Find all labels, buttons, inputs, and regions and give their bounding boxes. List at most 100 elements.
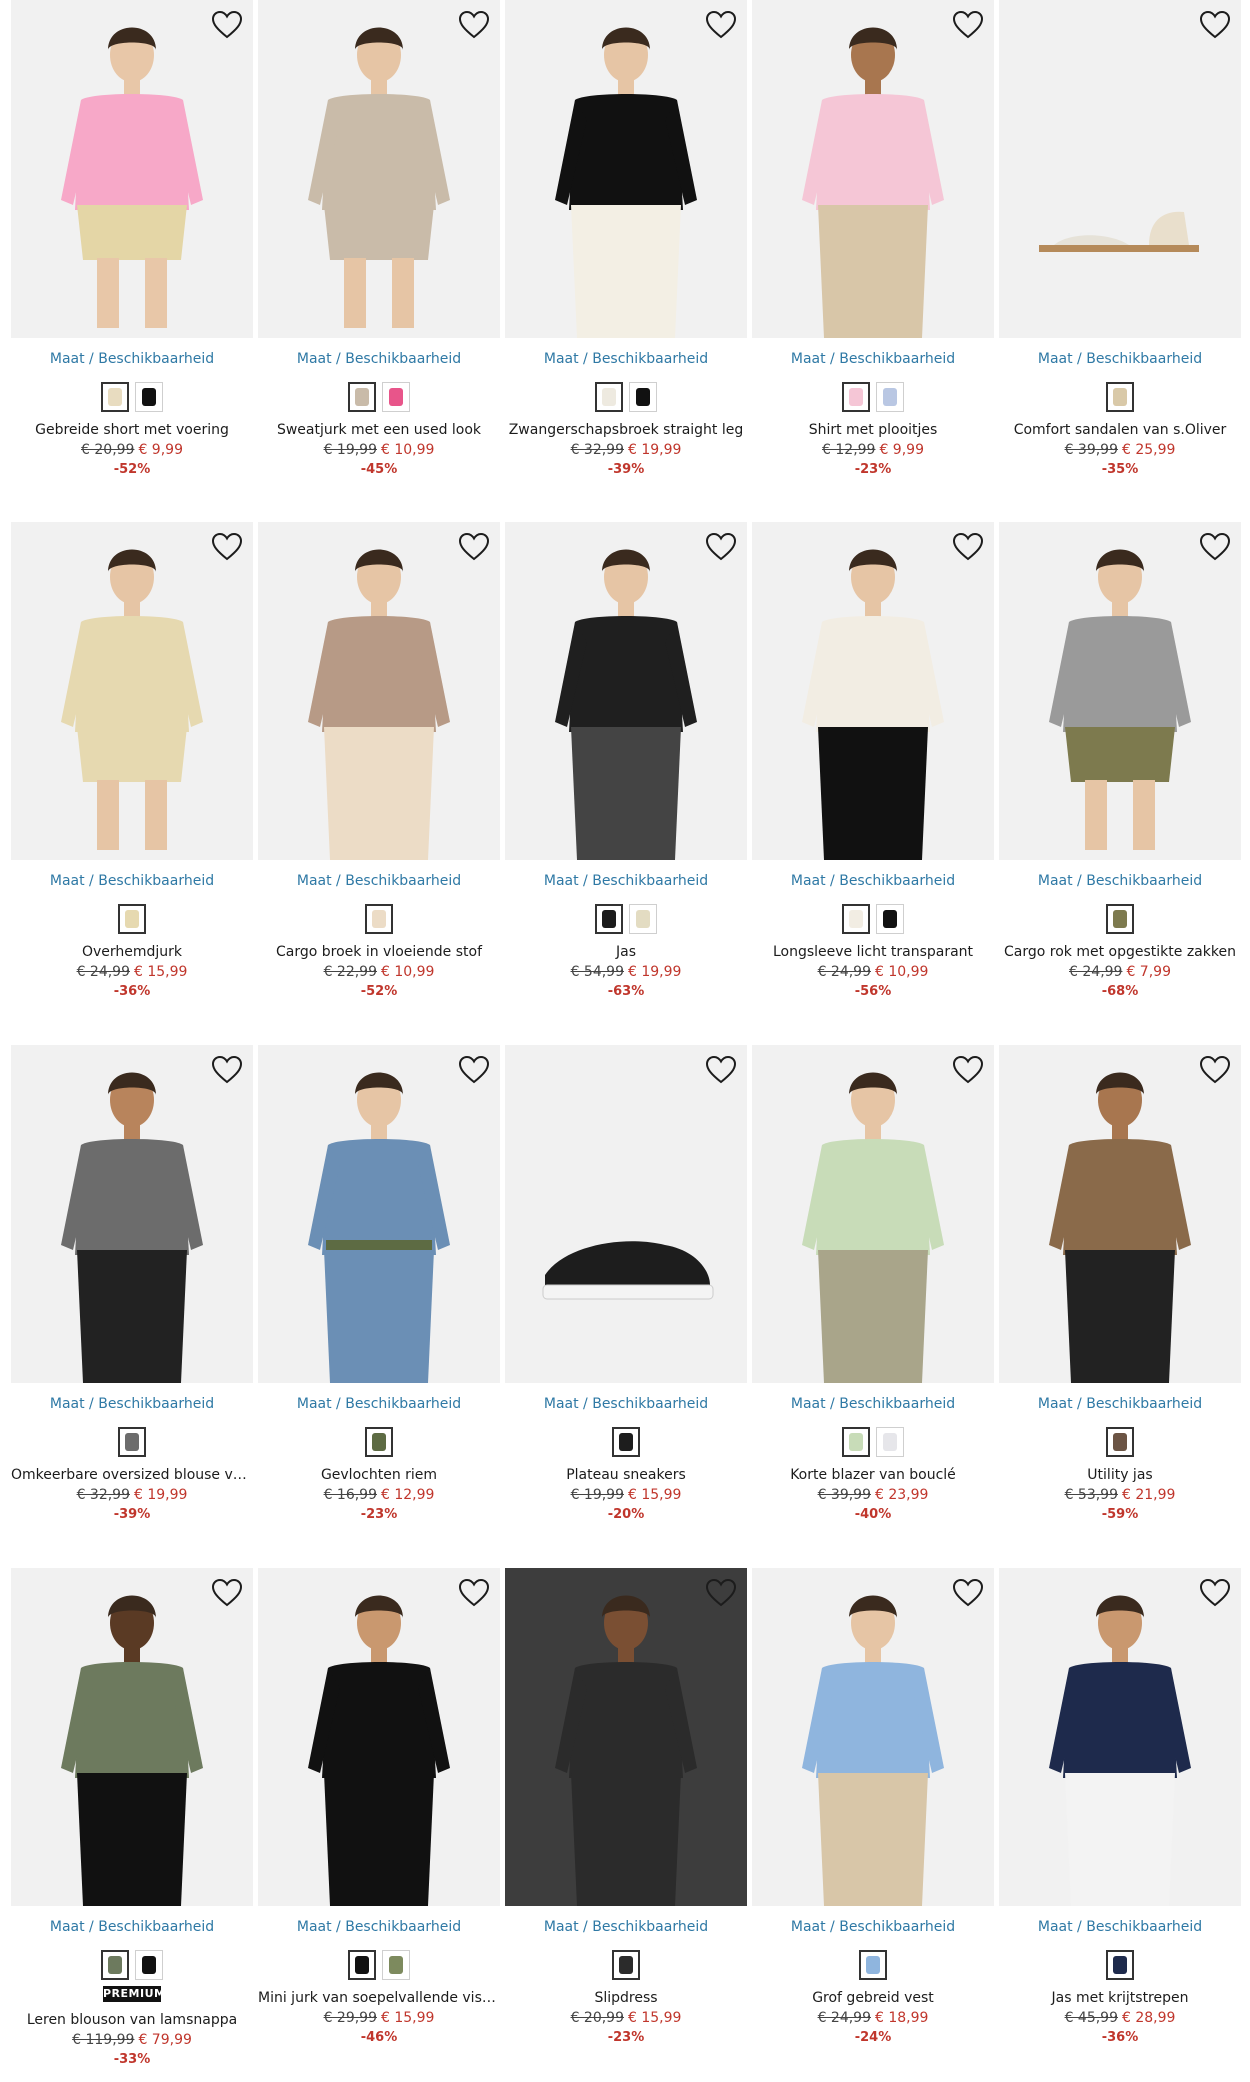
product-image[interactable] — [752, 522, 994, 860]
wishlist-heart-icon[interactable] — [458, 532, 490, 562]
product-name[interactable]: Leren blouson van lamsnappa — [11, 2010, 253, 2030]
color-swatch[interactable] — [1106, 1427, 1134, 1457]
product-name[interactable]: Sweatjurk met een used look — [258, 420, 500, 440]
color-swatch[interactable] — [101, 1950, 129, 1980]
product-name[interactable]: Cargo broek in vloeiende stof — [258, 942, 500, 962]
product-card[interactable]: Maat / Beschikbaarheid Utility jas € 53,… — [999, 1045, 1241, 1525]
color-swatch[interactable] — [118, 904, 146, 934]
wishlist-heart-icon[interactable] — [705, 1578, 737, 1608]
product-name[interactable]: Shirt met plooitjes — [752, 420, 994, 440]
product-image[interactable] — [11, 522, 253, 860]
product-name[interactable]: Longsleeve licht transparant — [752, 942, 994, 962]
product-image[interactable] — [258, 1568, 500, 1906]
wishlist-heart-icon[interactable] — [705, 1055, 737, 1085]
size-availability-link[interactable]: Maat / Beschikbaarheid — [999, 350, 1241, 368]
wishlist-heart-icon[interactable] — [952, 1578, 984, 1608]
color-swatch[interactable] — [612, 1950, 640, 1980]
color-swatch[interactable] — [1106, 904, 1134, 934]
wishlist-heart-icon[interactable] — [458, 1578, 490, 1608]
color-swatch[interactable] — [842, 1427, 870, 1457]
wishlist-heart-icon[interactable] — [952, 532, 984, 562]
product-image[interactable] — [11, 0, 253, 338]
size-availability-link[interactable]: Maat / Beschikbaarheid — [505, 872, 747, 890]
color-swatch[interactable] — [859, 1950, 887, 1980]
product-card[interactable]: Maat / Beschikbaarheid Shirt met plooitj… — [752, 0, 994, 480]
product-card[interactable]: Maat / Beschikbaarheid Zwangerschapsbroe… — [505, 0, 747, 480]
size-availability-link[interactable]: Maat / Beschikbaarheid — [11, 1395, 253, 1413]
product-image[interactable] — [258, 0, 500, 338]
size-availability-link[interactable]: Maat / Beschikbaarheid — [258, 872, 500, 890]
size-availability-link[interactable]: Maat / Beschikbaarheid — [752, 1395, 994, 1413]
product-image[interactable] — [999, 1045, 1241, 1383]
color-swatch[interactable] — [629, 382, 657, 412]
wishlist-heart-icon[interactable] — [1199, 10, 1231, 40]
product-card[interactable]: Maat / Beschikbaarheid Cargo broek in vl… — [258, 522, 500, 1002]
product-card[interactable]: Maat / Beschikbaarheid Gevlochten riem €… — [258, 1045, 500, 1525]
product-name[interactable]: Slipdress — [505, 1988, 747, 2008]
product-image[interactable] — [505, 1568, 747, 1906]
color-swatch[interactable] — [629, 904, 657, 934]
size-availability-link[interactable]: Maat / Beschikbaarheid — [505, 350, 747, 368]
product-image[interactable] — [258, 1045, 500, 1383]
color-swatch[interactable] — [876, 904, 904, 934]
product-card[interactable]: Maat / Beschikbaarheid Slipdress € 20,99… — [505, 1568, 747, 2048]
wishlist-heart-icon[interactable] — [952, 10, 984, 40]
product-image[interactable] — [505, 0, 747, 338]
color-swatch[interactable] — [382, 1950, 410, 1980]
wishlist-heart-icon[interactable] — [1199, 1578, 1231, 1608]
size-availability-link[interactable]: Maat / Beschikbaarheid — [505, 1395, 747, 1413]
product-name[interactable]: Overhemdjurk — [11, 942, 253, 962]
size-availability-link[interactable]: Maat / Beschikbaarheid — [505, 1918, 747, 1936]
product-card[interactable]: Maat / Beschikbaarheid Plateau sneakers … — [505, 1045, 747, 1525]
product-image[interactable] — [505, 522, 747, 860]
product-image[interactable] — [752, 0, 994, 338]
wishlist-heart-icon[interactable] — [211, 1578, 243, 1608]
color-swatch[interactable] — [876, 1427, 904, 1457]
wishlist-heart-icon[interactable] — [705, 532, 737, 562]
product-card[interactable]: Maat / Beschikbaarheid Gebreide short me… — [11, 0, 253, 480]
product-image[interactable] — [11, 1045, 253, 1383]
wishlist-heart-icon[interactable] — [211, 1055, 243, 1085]
size-availability-link[interactable]: Maat / Beschikbaarheid — [999, 872, 1241, 890]
color-swatch[interactable] — [348, 382, 376, 412]
product-image[interactable] — [11, 1568, 253, 1906]
product-image[interactable] — [752, 1568, 994, 1906]
wishlist-heart-icon[interactable] — [211, 10, 243, 40]
color-swatch[interactable] — [365, 1427, 393, 1457]
color-swatch[interactable] — [382, 382, 410, 412]
color-swatch[interactable] — [1106, 1950, 1134, 1980]
product-card[interactable]: Maat / Beschikbaarheid Omkeerbare oversi… — [11, 1045, 253, 1525]
color-swatch[interactable] — [118, 1427, 146, 1457]
product-image[interactable] — [505, 1045, 747, 1383]
product-card[interactable]: Maat / Beschikbaarheid Sweatjurk met een… — [258, 0, 500, 480]
color-swatch[interactable] — [101, 382, 129, 412]
product-card[interactable]: Maat / Beschikbaarheid Cargo rok met opg… — [999, 522, 1241, 1002]
wishlist-heart-icon[interactable] — [952, 1055, 984, 1085]
product-image[interactable] — [752, 1045, 994, 1383]
color-swatch[interactable] — [842, 382, 870, 412]
product-card[interactable]: Maat / Beschikbaarheid Jas met krijtstre… — [999, 1568, 1241, 2048]
color-swatch[interactable] — [365, 904, 393, 934]
size-availability-link[interactable]: Maat / Beschikbaarheid — [258, 350, 500, 368]
product-image[interactable] — [258, 522, 500, 860]
wishlist-heart-icon[interactable] — [705, 10, 737, 40]
size-availability-link[interactable]: Maat / Beschikbaarheid — [11, 350, 253, 368]
size-availability-link[interactable]: Maat / Beschikbaarheid — [258, 1918, 500, 1936]
product-name[interactable]: Utility jas — [999, 1465, 1241, 1485]
product-card[interactable]: Maat / Beschikbaarheid Comfort sandalen … — [999, 0, 1241, 480]
color-swatch[interactable] — [842, 904, 870, 934]
size-availability-link[interactable]: Maat / Beschikbaarheid — [752, 350, 994, 368]
size-availability-link[interactable]: Maat / Beschikbaarheid — [11, 1918, 253, 1936]
color-swatch[interactable] — [348, 1950, 376, 1980]
size-availability-link[interactable]: Maat / Beschikbaarheid — [999, 1918, 1241, 1936]
product-name[interactable]: Gebreide short met voering — [11, 420, 253, 440]
size-availability-link[interactable]: Maat / Beschikbaarheid — [999, 1395, 1241, 1413]
wishlist-heart-icon[interactable] — [458, 1055, 490, 1085]
color-swatch[interactable] — [595, 904, 623, 934]
product-card[interactable]: Maat / Beschikbaarheid Grof gebreid vest… — [752, 1568, 994, 2048]
product-name[interactable]: Korte blazer van bouclé — [752, 1465, 994, 1485]
product-card[interactable]: Maat / Beschikbaarheid Mini jurk van soe… — [258, 1568, 500, 2048]
size-availability-link[interactable]: Maat / Beschikbaarheid — [752, 1918, 994, 1936]
color-swatch[interactable] — [876, 382, 904, 412]
product-card[interactable]: Maat / Beschikbaarheid Overhemdjurk € 24… — [11, 522, 253, 1002]
